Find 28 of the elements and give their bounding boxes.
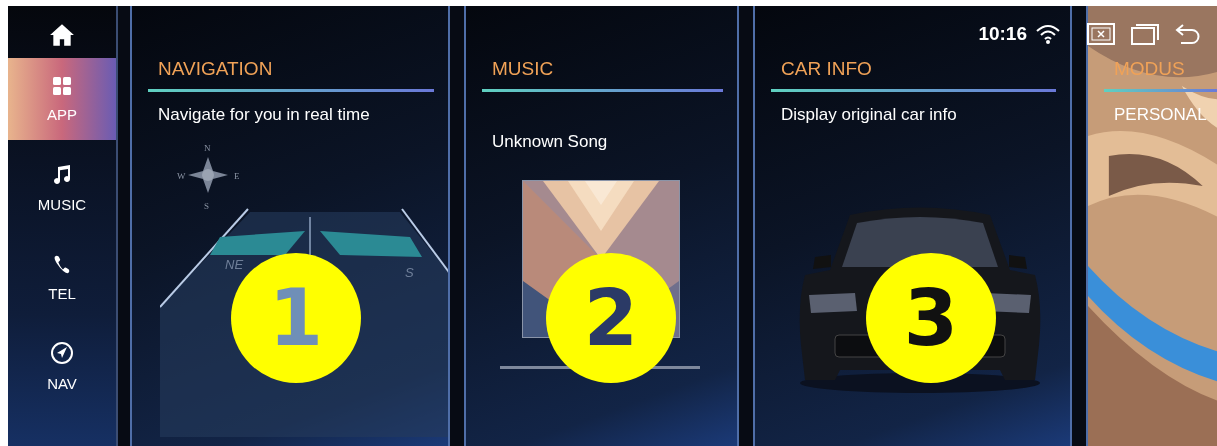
sidebar-item[interactable]: NAV (8, 325, 116, 407)
home-icon[interactable] (49, 22, 75, 48)
wifi-icon (1035, 24, 1061, 44)
card-title: CAR INFO (780, 58, 873, 80)
recent-apps-icon[interactable] (1131, 23, 1159, 45)
compass-letter: E (234, 171, 240, 181)
card-title: MUSIC (491, 58, 555, 80)
compass-letter: W (177, 171, 186, 181)
card-subtitle: PERSONAL (1113, 105, 1208, 125)
sidebar-item[interactable]: TEL (8, 236, 116, 318)
navigation-icon (50, 340, 74, 365)
close-icon[interactable] (1087, 23, 1115, 45)
compass-letter: N (204, 143, 211, 153)
music-note-icon (52, 163, 72, 186)
compass-icon (188, 157, 228, 193)
compass-letter: S (204, 201, 209, 211)
clock: 10:16 (978, 23, 1027, 45)
road-label: NE (225, 257, 244, 272)
card-subtitle: Display original car info (780, 105, 958, 125)
card-title: NAVIGATION (157, 58, 274, 80)
back-icon[interactable] (1175, 23, 1201, 45)
road-label: S (405, 265, 414, 280)
sidebar-item[interactable]: APP (8, 58, 116, 140)
song-title: Unknown Song (492, 132, 609, 152)
sidebar-item[interactable]: MUSIC (8, 147, 116, 229)
card-title: MODUS (1113, 58, 1186, 80)
grid-icon (52, 75, 72, 96)
card-subtitle: Navigate for you in real time (157, 105, 371, 125)
